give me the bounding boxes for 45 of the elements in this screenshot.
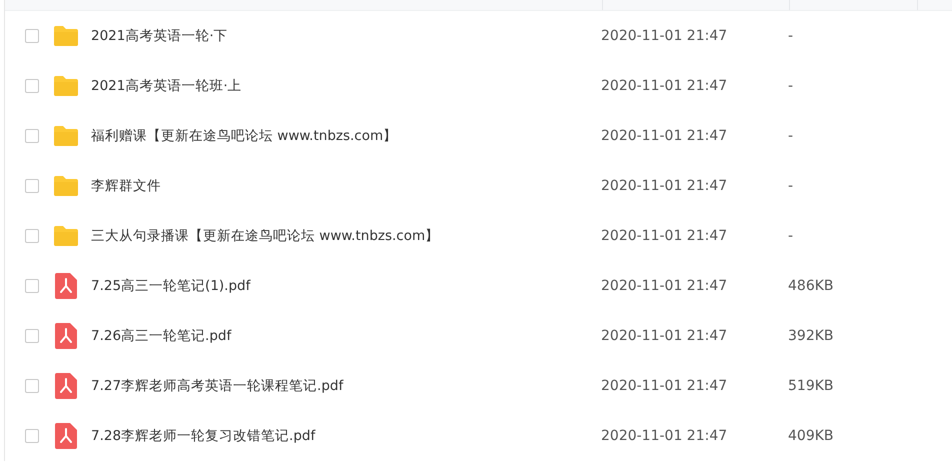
modified-time: 2020-11-01 21:47 [601,428,728,444]
checkbox[interactable] [25,379,39,393]
file-size: - [788,128,794,144]
pdf-file-icon [55,423,77,449]
pdf-file-icon [55,273,77,299]
folder-icon [53,25,79,47]
file-size: 409KB [788,428,834,444]
modified-time: 2020-11-01 21:47 [601,278,728,294]
checkbox[interactable] [25,229,39,243]
file-size: - [788,78,794,94]
file-name[interactable]: 7.25高三一轮笔记(1).pdf [91,277,601,295]
file-size: 486KB [788,278,834,294]
file-size: 392KB [788,328,834,344]
file-size: 519KB [788,378,834,394]
file-name[interactable]: 2021高考英语一轮班·上 [91,77,601,95]
file-name[interactable]: 7.26高三一轮笔记.pdf [91,327,601,345]
modified-time: 2020-11-01 21:47 [601,328,728,344]
modified-time: 2020-11-01 21:47 [601,28,728,44]
modified-time: 2020-11-01 21:47 [601,78,728,94]
file-name[interactable]: 福利赠课【更新在途鸟吧论坛 www.tnbzs.com】 [91,127,601,145]
checkbox[interactable] [25,329,39,343]
modified-time: 2020-11-01 21:47 [601,178,728,194]
file-size: - [788,228,794,244]
folder-icon [53,175,79,197]
modified-time: 2020-11-01 21:47 [601,228,728,244]
file-name[interactable]: 三大从句录播课【更新在途鸟吧论坛 www.tnbzs.com】 [91,227,601,245]
modified-time: 2020-11-01 21:47 [601,128,728,144]
pdf-file-icon [55,323,77,349]
checkbox[interactable] [25,429,39,443]
file-name[interactable]: 李辉群文件 [91,177,601,195]
folder-icon [53,75,79,97]
folder-icon [53,125,79,147]
checkbox[interactable] [25,29,39,43]
file-size: - [788,178,794,194]
checkbox[interactable] [25,79,39,93]
file-name[interactable]: 7.27李辉老师高考英语一轮课程笔记.pdf [91,377,601,395]
modified-time: 2020-11-01 21:47 [601,378,728,394]
file-name[interactable]: 7.28李辉老师一轮复习改错笔记.pdf [91,427,601,445]
checkbox[interactable] [25,279,39,293]
file-size: - [788,28,794,44]
pdf-file-icon [55,373,77,399]
file-name[interactable]: 2021高考英语一轮·下 [91,27,601,45]
checkbox[interactable] [25,129,39,143]
folder-icon [53,225,79,247]
checkbox[interactable] [25,179,39,193]
